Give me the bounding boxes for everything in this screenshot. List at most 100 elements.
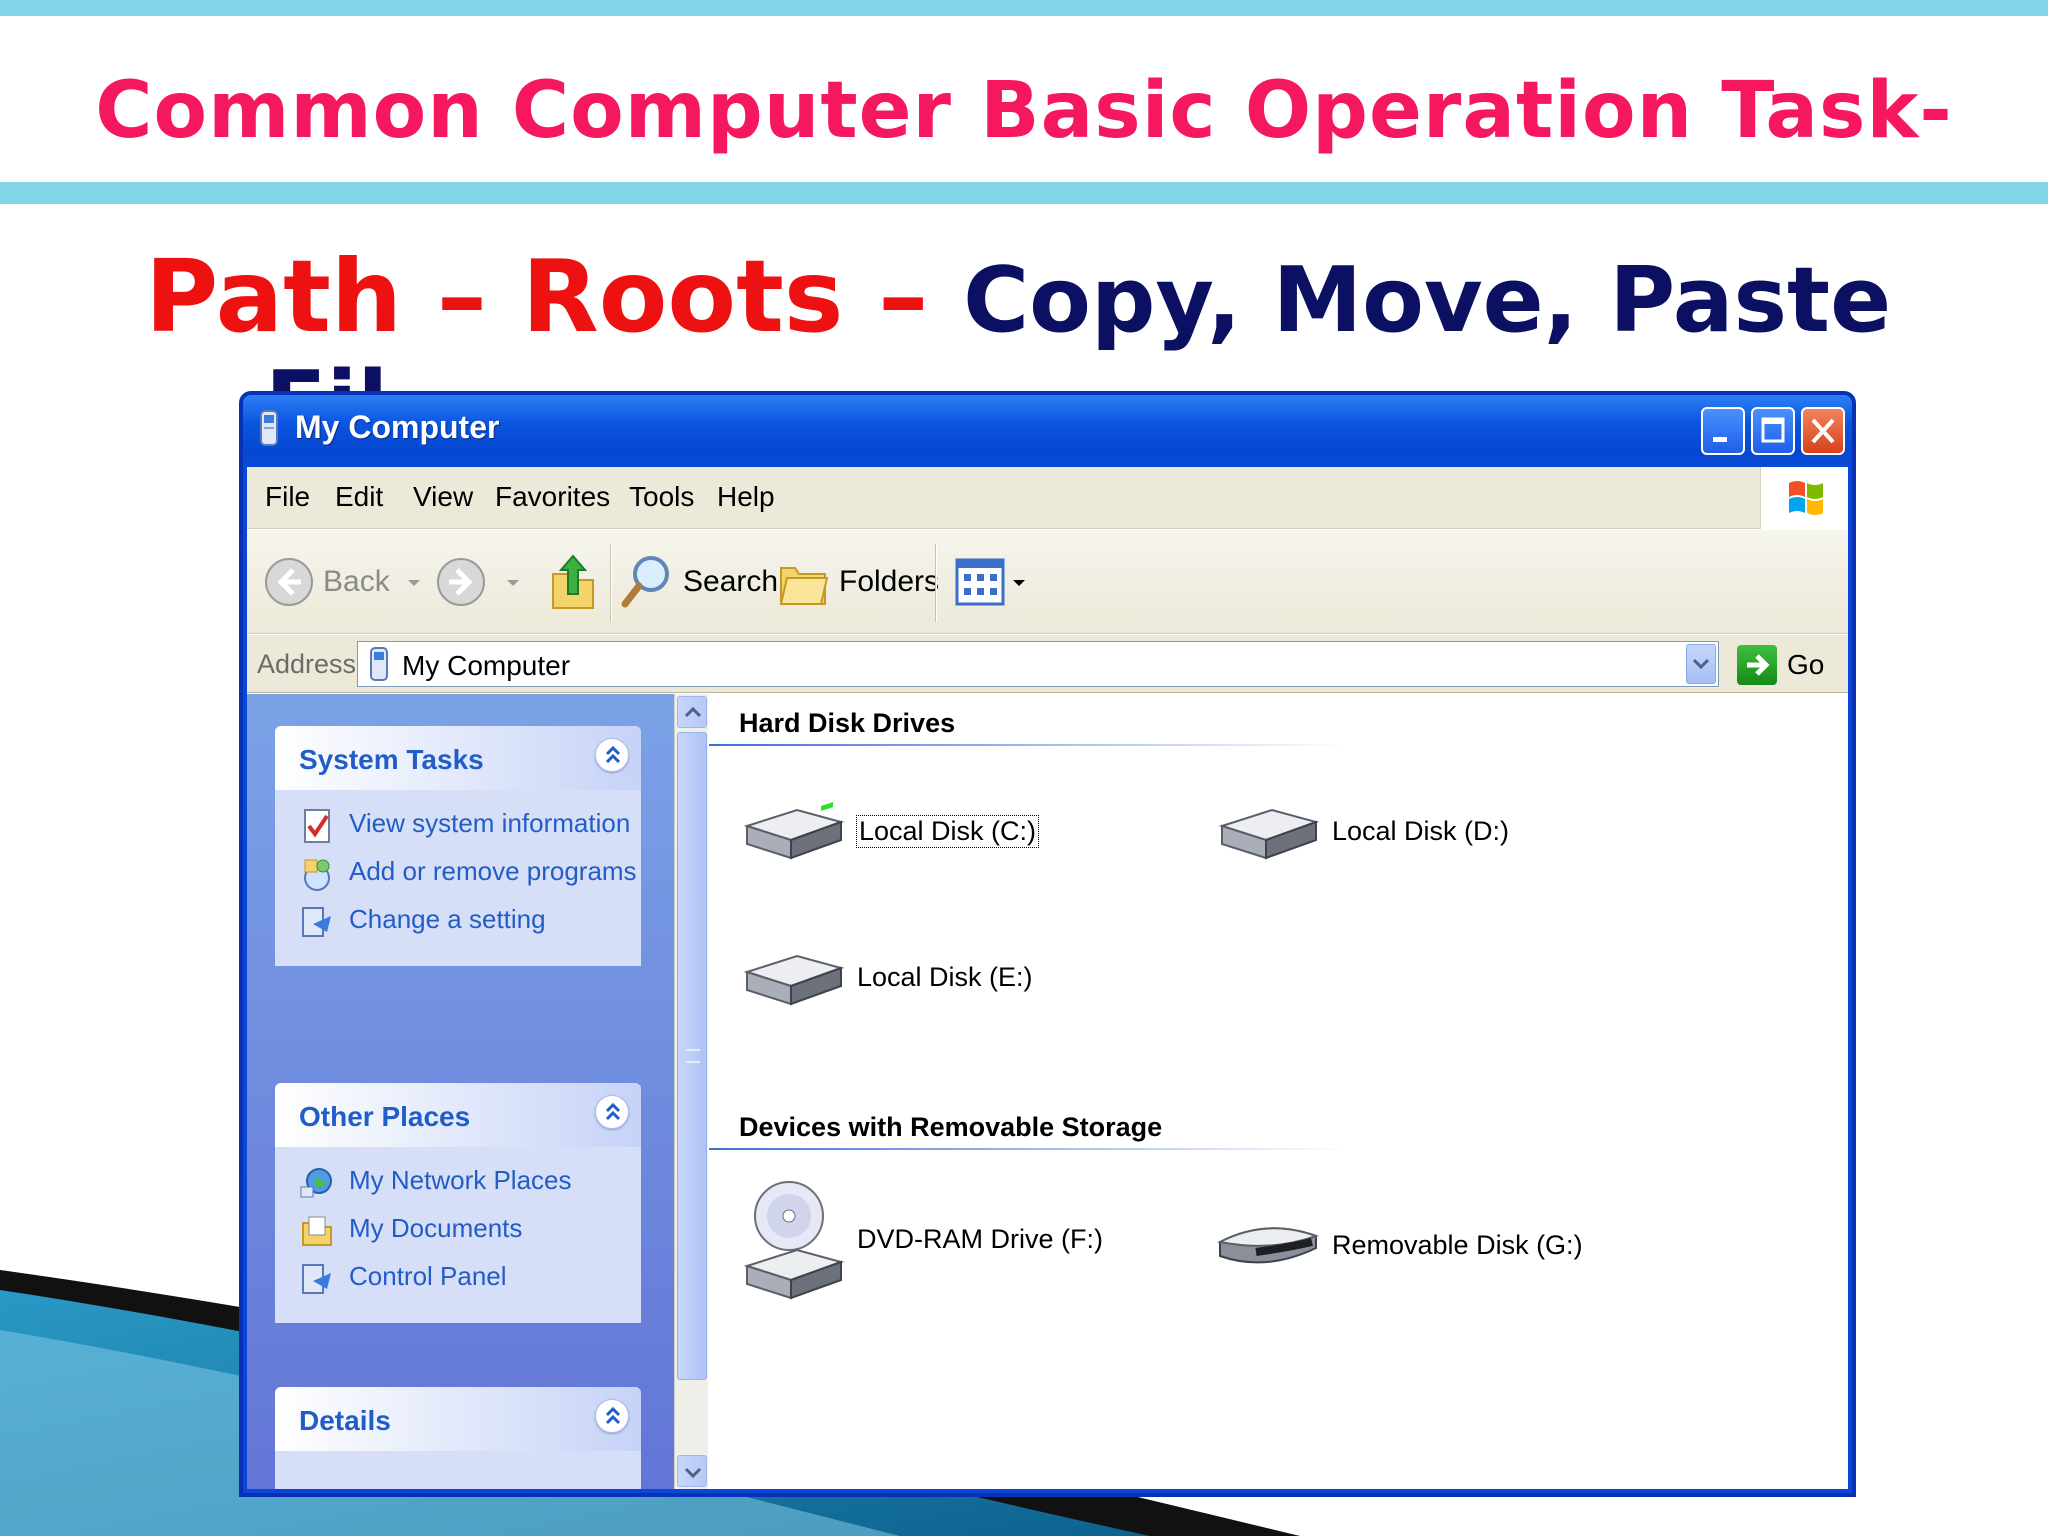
- standard-toolbar: Back Search Folders: [247, 530, 1848, 634]
- subtitle-path-roots: Path – Roots –: [145, 238, 964, 355]
- collapse-button[interactable]: [595, 738, 629, 772]
- system-information-icon: [304, 809, 330, 843]
- up-folder-button[interactable]: [547, 546, 599, 618]
- hard-disk-icon: [743, 954, 845, 1006]
- menu-bar: File Edit View Favorites Tools Help: [247, 467, 1848, 529]
- windows-logo-box: [1760, 467, 1848, 529]
- drive-removable-disk-g[interactable]: Removable Disk (G:): [1216, 1212, 1583, 1278]
- drive-label: Removable Disk (G:): [1332, 1229, 1583, 1260]
- task-add-or-remove-programs[interactable]: Add or remove programs: [299, 854, 641, 892]
- drive-label: Local Disk (D:): [1332, 815, 1510, 846]
- system-tasks-header[interactable]: System Tasks: [275, 726, 641, 790]
- group-divider: [709, 744, 1349, 746]
- maximize-button[interactable]: [1751, 407, 1795, 455]
- search-button[interactable]: Search: [619, 546, 778, 618]
- menu-edit[interactable]: Edit: [335, 481, 383, 513]
- scroll-down-button[interactable]: [677, 1455, 707, 1487]
- menu-view[interactable]: View: [413, 481, 473, 513]
- menu-help[interactable]: Help: [717, 481, 775, 513]
- chevron-down-icon: [1013, 580, 1025, 586]
- back-arrow-icon: [265, 558, 313, 606]
- drive-local-disk-c[interactable]: Local Disk (C:): [741, 796, 1040, 866]
- task-view-system-information[interactable]: View system information: [299, 806, 641, 844]
- place-control-panel[interactable]: Control Panel: [299, 1259, 641, 1297]
- maximize-icon: [1761, 417, 1785, 443]
- place-label: My Documents: [349, 1213, 523, 1243]
- system-tasks-panel: System Tasks View system information Add: [275, 726, 641, 966]
- folders-label: Folders: [839, 565, 940, 598]
- other-places-title: Other Places: [299, 1101, 471, 1132]
- double-chevron-up-icon: [605, 1406, 621, 1425]
- system-tasks-title: System Tasks: [299, 744, 484, 775]
- up-folder-icon: [552, 554, 594, 609]
- task-label: View system information: [349, 808, 631, 838]
- task-label: Add or remove programs: [349, 856, 637, 886]
- left-pane-scrollbar[interactable]: [674, 694, 708, 1489]
- top-accent-band: [0, 0, 2048, 16]
- group-removable-storage: Devices with Removable Storage: [739, 1112, 1163, 1142]
- chevron-down-icon: [1692, 658, 1710, 670]
- other-places-panel: Other Places My Network Places My Docume: [275, 1083, 641, 1323]
- menu-file[interactable]: File: [265, 481, 310, 513]
- drive-local-disk-e[interactable]: Local Disk (E:): [741, 942, 1033, 1012]
- close-button[interactable]: [1801, 407, 1845, 455]
- toolbar-separator: [610, 544, 612, 622]
- group-hard-disk-drives: Hard Disk Drives: [739, 708, 956, 738]
- place-label: My Network Places: [349, 1165, 572, 1195]
- menu-tools[interactable]: Tools: [629, 481, 694, 513]
- details-title: Details: [299, 1405, 391, 1436]
- minimize-icon: [1713, 437, 1727, 442]
- slide: Common Computer Basic Operation Task- Pa…: [0, 0, 2048, 1536]
- forward-arrow-icon: [437, 558, 485, 606]
- place-label: Control Panel: [349, 1261, 507, 1291]
- address-field[interactable]: My Computer: [357, 641, 1719, 687]
- back-button[interactable]: Back: [263, 546, 424, 618]
- go-button[interactable]: Go: [1737, 643, 1824, 687]
- address-dropdown-button[interactable]: [1686, 644, 1716, 684]
- subtitle-copy-move-paste: Copy, Move, Paste: [963, 248, 1892, 353]
- drive-local-disk-d[interactable]: Local Disk (D:): [1216, 796, 1509, 866]
- go-arrow-icon: [1737, 645, 1777, 685]
- forward-button[interactable]: [435, 546, 523, 618]
- my-computer-icon: [370, 647, 388, 681]
- task-change-a-setting[interactable]: Change a setting: [299, 902, 641, 940]
- slide-subtitle: Path – Roots – Copy, Move, Paste: [145, 238, 1891, 355]
- task-pane: System Tasks View system information Add: [247, 694, 674, 1489]
- control-panel-icon: [302, 907, 331, 937]
- minimize-button[interactable]: [1701, 407, 1745, 455]
- window-title: My Computer: [295, 409, 500, 445]
- back-label: Back: [323, 565, 390, 598]
- task-label: Change a setting: [349, 904, 546, 934]
- hard-disk-icon: [743, 802, 845, 860]
- add-remove-programs-icon: [304, 859, 330, 891]
- collapse-button[interactable]: [595, 1095, 629, 1129]
- group-divider: [709, 1148, 1349, 1150]
- close-icon: [1811, 418, 1835, 444]
- views-icon: [955, 558, 1005, 606]
- title-underline-band: [0, 182, 2048, 204]
- folders-icon: [779, 567, 829, 605]
- my-computer-window: My Computer File Edit View Favorites Too…: [239, 391, 1856, 1497]
- views-button[interactable]: [955, 546, 1027, 618]
- menu-favorites[interactable]: Favorites: [495, 481, 610, 513]
- window-titlebar[interactable]: My Computer: [243, 395, 1852, 467]
- scroll-up-button[interactable]: [677, 696, 707, 728]
- details-header[interactable]: Details: [275, 1387, 641, 1451]
- collapse-button[interactable]: [595, 1399, 629, 1433]
- drive-dvd-ram-f[interactable]: DVD-RAM Drive (F:): [741, 1176, 1103, 1302]
- control-panel-icon: [302, 1264, 331, 1294]
- network-places-icon: [300, 1168, 332, 1198]
- drive-label: DVD-RAM Drive (F:): [857, 1223, 1103, 1254]
- details-panel: Details: [275, 1387, 641, 1489]
- drive-label: Local Disk (E:): [857, 961, 1033, 992]
- folders-button[interactable]: Folders: [777, 546, 939, 618]
- address-bar: Address My Computer Go: [247, 635, 1848, 693]
- place-my-documents[interactable]: My Documents: [299, 1211, 641, 1249]
- other-places-header[interactable]: Other Places: [275, 1083, 641, 1147]
- place-my-network-places[interactable]: My Network Places: [299, 1163, 641, 1201]
- hard-disk-icon: [1218, 808, 1320, 860]
- double-chevron-up-icon: [605, 1102, 621, 1121]
- scroll-thumb[interactable]: [677, 732, 707, 1380]
- toolbar-separator: [935, 544, 937, 622]
- chevron-down-icon: [507, 580, 519, 586]
